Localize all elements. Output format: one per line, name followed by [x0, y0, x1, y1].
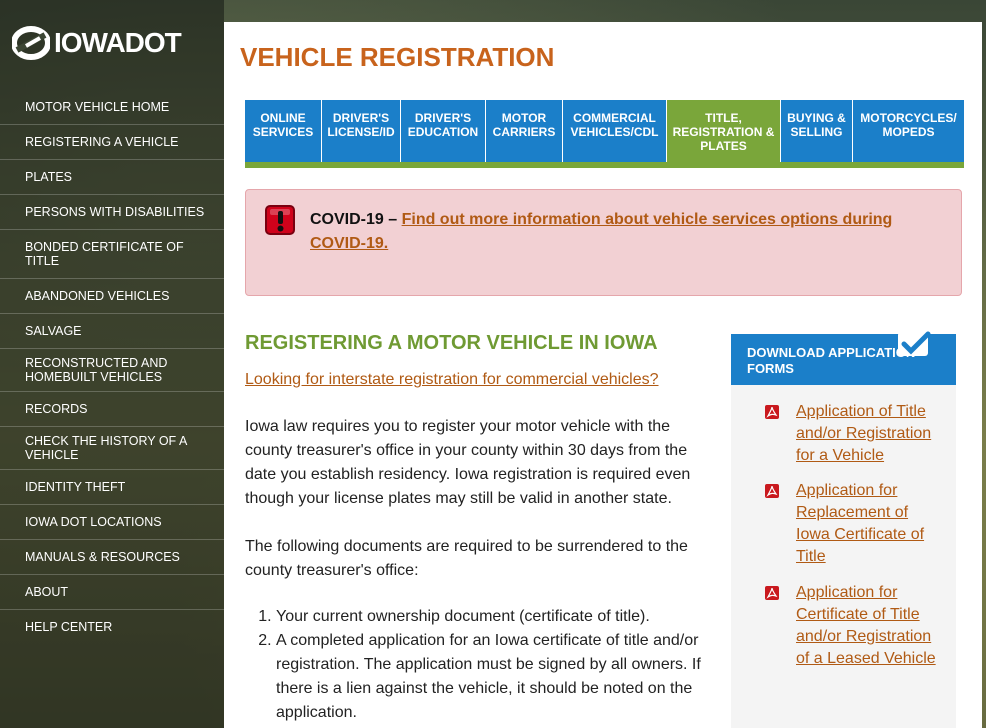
tab-drivers-education[interactable]: DRIVER'S EDUCATION [401, 100, 486, 162]
sidebar-item-identity-theft[interactable]: IDENTITY THEFT [0, 470, 224, 505]
list-item: A completed application for an Iowa cert… [276, 629, 705, 725]
sidebar-item-manuals-resources[interactable]: MANUALS & RESOURCES [0, 540, 224, 575]
documents-intro-paragraph: The following documents are required to … [245, 538, 688, 579]
residency-paragraph: Iowa law requires you to register your m… [245, 418, 691, 507]
pdf-icon [765, 586, 779, 600]
forms-box-title: DOWNLOAD APPLICATION FORMS [747, 345, 916, 376]
download-forms-box: DOWNLOAD APPLICATION FORMS Application o… [731, 331, 956, 728]
form-link-replacement-title[interactable]: Application for Replacement of Iowa Cert… [796, 482, 924, 565]
section-tabs: ONLINE SERVICES DRIVER'S LICENSE/ID DRIV… [245, 100, 964, 168]
main-content-panel: VEHICLE REGISTRATION ONLINE SERVICES DRI… [224, 22, 982, 728]
tab-drivers-license-id[interactable]: DRIVER'S LICENSE/ID [322, 100, 401, 162]
sidebar-item-bonded-certificate-of-title[interactable]: BONDED CERTIFICATE OF TITLE [0, 230, 224, 279]
sidebar-item-registering-a-vehicle[interactable]: REGISTERING A VEHICLE [0, 125, 224, 160]
forms-box-header: DOWNLOAD APPLICATION FORMS [731, 331, 956, 385]
interstate-registration-link[interactable]: Looking for interstate registration for … [245, 371, 705, 389]
tab-commercial-vehicles-cdl[interactable]: COMMERCIAL VEHICLES/CDL [563, 100, 667, 162]
tab-online-services[interactable]: ONLINE SERVICES [245, 100, 322, 162]
section-heading: REGISTERING A MOTOR VEHICLE IN IOWA [245, 332, 658, 354]
sidebar-item-check-history[interactable]: CHECK THE HISTORY OF A VEHICLE [0, 427, 224, 470]
checkmark-icon [898, 331, 931, 356]
form-item-replacement-title: Application for Replacement of Iowa Cert… [765, 480, 941, 568]
tab-motor-carriers[interactable]: MOTOR CARRIERS [486, 100, 563, 162]
sidebar-item-iowa-dot-locations[interactable]: IOWA DOT LOCATIONS [0, 505, 224, 540]
form-item-title-registration: Application of Title and/or Registration… [765, 401, 941, 467]
required-documents-list: Your current ownership document (certifi… [245, 605, 705, 725]
covid-alert-banner: COVID-19 – Find out more information abo… [245, 189, 962, 296]
sidebar-item-salvage[interactable]: SALVAGE [0, 314, 224, 349]
list-item: Your current ownership document (certifi… [276, 605, 705, 629]
alert-message: COVID-19 – Find out more information abo… [310, 208, 930, 256]
sidebar-item-motor-vehicle-home[interactable]: MOTOR VEHICLE HOME [0, 90, 224, 125]
form-link-title-registration[interactable]: Application of Title and/or Registration… [796, 403, 931, 464]
alert-exclamation-icon [265, 205, 295, 235]
page-title: VEHICLE REGISTRATION [240, 42, 555, 72]
sidebar-item-abandoned-vehicles[interactable]: ABANDONED VEHICLES [0, 279, 224, 314]
alert-prefix: COVID-19 – [310, 211, 402, 228]
pdf-icon [765, 405, 779, 419]
pdf-icon [765, 484, 779, 498]
tab-buying-selling[interactable]: BUYING & SELLING [781, 100, 853, 162]
article-content: REGISTERING A MOTOR VEHICLE IN IOWA Look… [245, 332, 705, 725]
logo-text: IOWADOT [54, 27, 182, 58]
form-item-leased-vehicle: Application for Certificate of Title and… [765, 582, 941, 670]
tab-motorcycles-mopeds[interactable]: MOTORCYCLES/ MOPEDS [853, 100, 964, 162]
sidebar-item-about[interactable]: ABOUT [0, 575, 224, 610]
form-link-leased-vehicle[interactable]: Application for Certificate of Title and… [796, 584, 936, 667]
sidebar-item-help-center[interactable]: HELP CENTER [0, 610, 224, 644]
sidebar-item-persons-with-disabilities[interactable]: PERSONS WITH DISABILITIES [0, 195, 224, 230]
sidebar-nav: MOTOR VEHICLE HOME REGISTERING A VEHICLE… [0, 90, 224, 644]
sidebar: IOWADOT MOTOR VEHICLE HOME REGISTERING A… [0, 0, 224, 728]
sidebar-item-plates[interactable]: PLATES [0, 160, 224, 195]
iowa-dot-logo[interactable]: IOWADOT [12, 26, 182, 60]
tab-title-registration-plates[interactable]: TITLE, REGISTRATION & PLATES [667, 100, 781, 162]
sidebar-item-records[interactable]: RECORDS [0, 392, 224, 427]
iowa-dot-logo-icon [12, 26, 50, 60]
sidebar-item-reconstructed-homebuilt[interactable]: RECONSTRUCTED AND HOMEBUILT VEHICLES [0, 349, 224, 392]
